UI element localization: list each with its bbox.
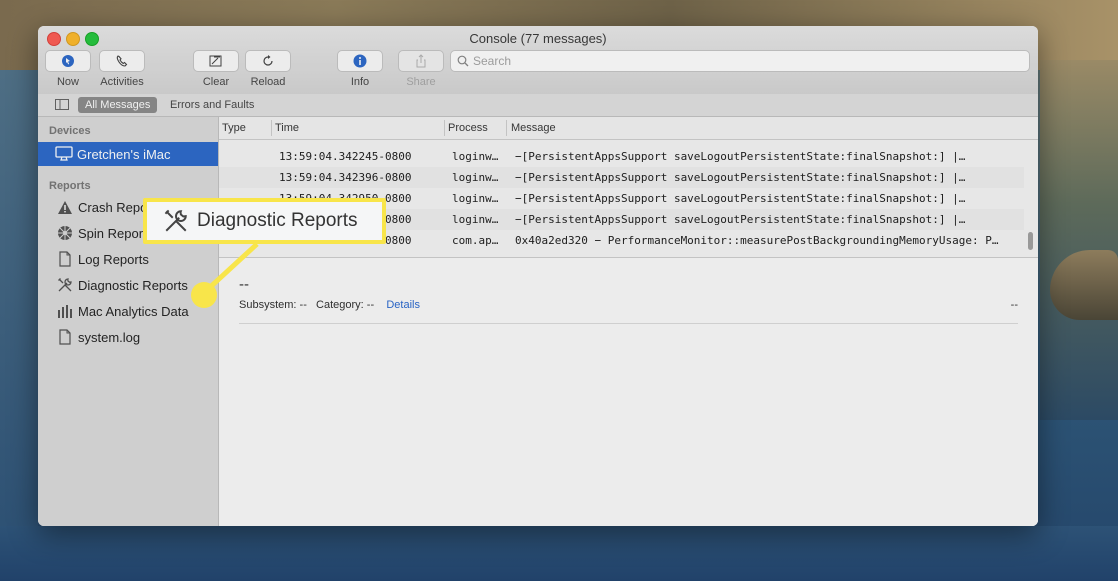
- callout-label: Diagnostic Reports: [197, 210, 358, 231]
- diagnostic-reports-callout: Diagnostic Reports: [143, 198, 386, 244]
- tools-icon: [163, 208, 189, 234]
- callout-connector: [191, 242, 259, 308]
